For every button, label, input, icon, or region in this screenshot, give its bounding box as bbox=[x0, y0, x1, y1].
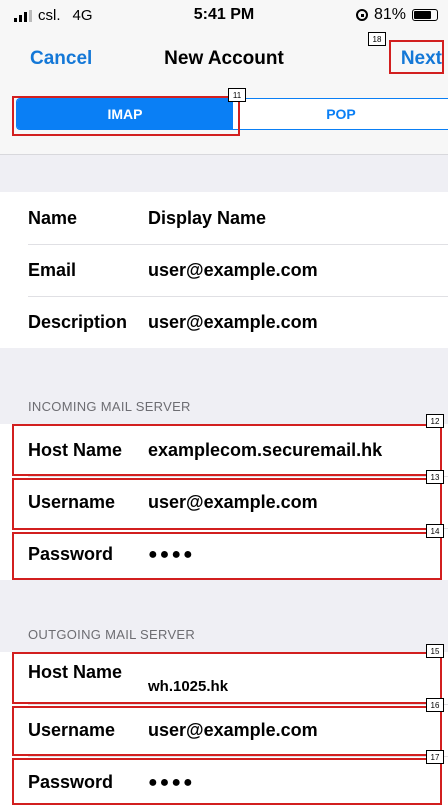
name-label: Name bbox=[28, 208, 78, 228]
outgoing-username-field[interactable]: user@example.com bbox=[148, 720, 318, 741]
description-row[interactable]: Description user@example.com bbox=[0, 296, 448, 348]
annotation-badge: 18 bbox=[368, 32, 386, 46]
name-field[interactable]: Display Name bbox=[148, 208, 266, 229]
incoming-password-field[interactable]: ●●●● bbox=[148, 546, 195, 564]
battery-level bbox=[414, 11, 431, 19]
incoming-server-group: Host Name examplecom.securemail.hk Usern… bbox=[0, 424, 448, 580]
outgoing-username-label: Username bbox=[28, 720, 116, 740]
status-bar: csl. 4G 5:41 PM 81% bbox=[0, 0, 448, 30]
battery-icon bbox=[412, 9, 438, 21]
account-info-group: Name Display Name Email user@example.com… bbox=[0, 192, 448, 348]
incoming-username-row[interactable]: Username user@example.com bbox=[0, 476, 448, 528]
email-label: Email bbox=[28, 260, 77, 280]
incoming-host-label: Host Name bbox=[28, 440, 123, 460]
outgoing-host-field[interactable]: wh.1025.hk bbox=[148, 678, 228, 695]
description-field[interactable]: user@example.com bbox=[148, 312, 318, 333]
outgoing-section-header: OUTGOING MAIL SERVER bbox=[28, 627, 196, 642]
imap-segment[interactable]: IMAP bbox=[17, 99, 233, 129]
incoming-username-label: Username bbox=[28, 492, 116, 512]
annotation-badge: 14 bbox=[426, 524, 444, 538]
incoming-host-row[interactable]: Host Name examplecom.securemail.hk bbox=[0, 424, 448, 476]
incoming-password-row[interactable]: Password ●●●● bbox=[0, 528, 448, 580]
incoming-username-field[interactable]: user@example.com bbox=[148, 492, 318, 513]
email-row[interactable]: Email user@example.com bbox=[0, 244, 448, 296]
annotation-badge: 11 bbox=[228, 88, 246, 102]
page-title: New Account bbox=[164, 48, 284, 69]
outgoing-server-group: Host Name wh.1025.hk Username user@examp… bbox=[0, 652, 448, 808]
battery-percent: 81% bbox=[373, 6, 406, 23]
description-label: Description bbox=[28, 312, 128, 332]
outgoing-password-label: Password bbox=[28, 772, 114, 792]
outgoing-host-row[interactable]: Host Name wh.1025.hk bbox=[0, 652, 448, 704]
annotation-badge: 16 bbox=[426, 698, 444, 712]
status-right: 81% bbox=[355, 6, 438, 24]
annotation-badge: 15 bbox=[426, 644, 444, 658]
next-button[interactable]: Next bbox=[401, 48, 442, 70]
incoming-host-field[interactable]: examplecom.securemail.hk bbox=[148, 440, 382, 461]
annotation-badge: 17 bbox=[426, 750, 444, 764]
email-field[interactable]: user@example.com bbox=[148, 260, 318, 281]
outgoing-password-field[interactable]: ●●●● bbox=[148, 774, 195, 792]
incoming-section-header: INCOMING MAIL SERVER bbox=[28, 399, 191, 414]
orientation-lock-icon bbox=[355, 9, 368, 21]
outgoing-password-row[interactable]: Password ●●●● bbox=[0, 756, 448, 808]
outgoing-username-row[interactable]: Username user@example.com bbox=[0, 704, 448, 756]
annotation-badge: 12 bbox=[426, 414, 444, 428]
segment-area: IMAP POP bbox=[0, 86, 448, 155]
pop-segment[interactable]: POP bbox=[233, 99, 448, 129]
name-row[interactable]: Name Display Name bbox=[0, 192, 448, 244]
incoming-password-label: Password bbox=[28, 544, 114, 564]
annotation-badge: 13 bbox=[426, 470, 444, 484]
outgoing-host-label: Host Name bbox=[28, 662, 123, 682]
